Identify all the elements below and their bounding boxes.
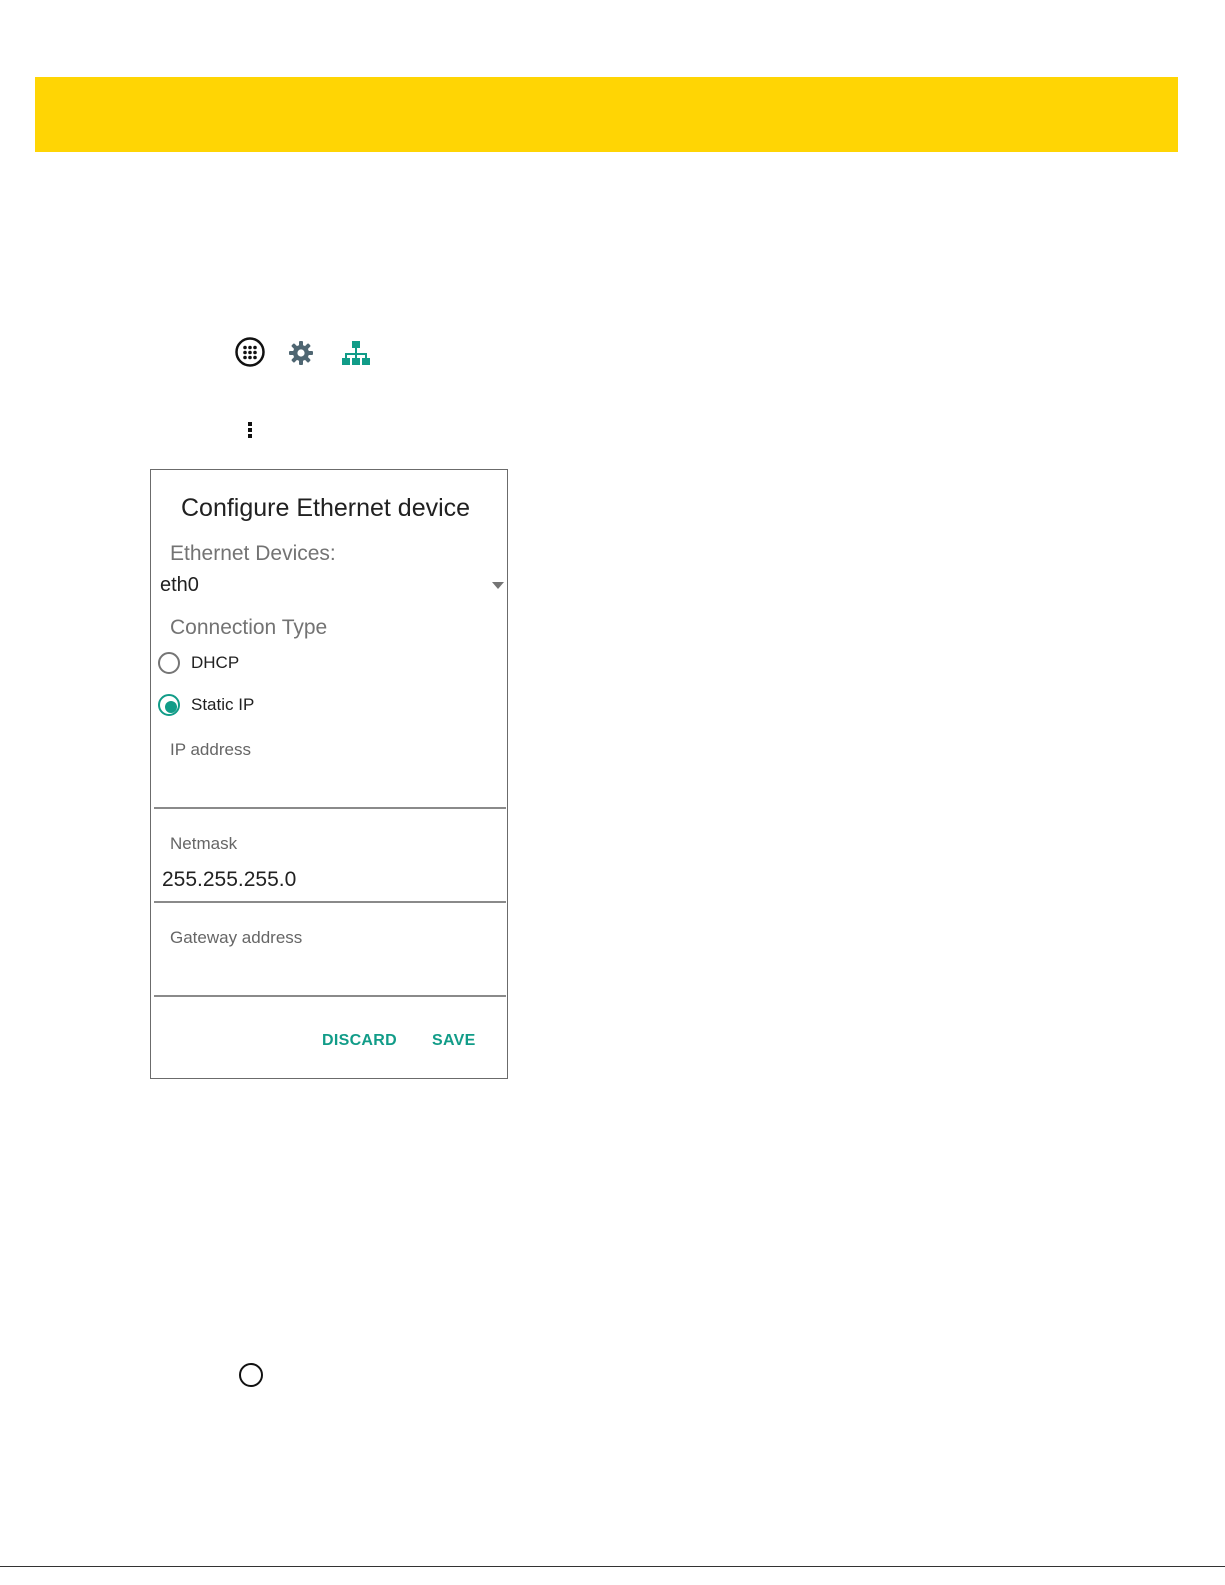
ip-address-label: IP address <box>170 740 251 759</box>
ethernet-devices-label: Ethernet Devices: <box>170 542 336 565</box>
radio-dhcp[interactable]: DHCP <box>156 650 456 680</box>
configure-ethernet-dialog: Configure Ethernet device Ethernet Devic… <box>150 469 508 1079</box>
dialog-title: Configure Ethernet device <box>181 494 471 522</box>
gateway-address-underline <box>154 995 506 997</box>
ethernet-device-spinner[interactable]: eth0 <box>151 568 507 602</box>
discard-button[interactable]: DISCARD <box>322 1032 397 1050</box>
radio-static-ip[interactable]: Static IP <box>156 692 456 722</box>
gear-icon <box>289 341 313 365</box>
netmask-underline <box>154 901 506 903</box>
overflow-menu-icon <box>248 422 252 438</box>
gateway-address-label: Gateway address <box>170 928 303 947</box>
netmask-label: Netmask <box>170 834 238 853</box>
ip-address-underline <box>154 807 506 809</box>
radio-checked-icon <box>158 694 180 716</box>
header-band <box>35 77 1178 152</box>
netmask-input[interactable]: 255.255.255.0 <box>162 868 296 892</box>
radio-dot <box>165 701 177 713</box>
footer-rule <box>0 1566 1225 1567</box>
save-button[interactable]: SAVE <box>432 1032 476 1050</box>
radio-dhcp-label: DHCP <box>191 653 240 672</box>
ethernet-network-icon <box>342 341 370 365</box>
dropdown-arrow-icon <box>492 582 504 589</box>
apps-grid-icon <box>235 337 265 367</box>
connection-type-label: Connection Type <box>170 616 328 639</box>
radio-unchecked-icon <box>158 652 180 674</box>
selected-device-value: eth0 <box>160 574 199 596</box>
radio-static-ip-label: Static IP <box>191 695 255 714</box>
home-circle-icon <box>239 1363 263 1387</box>
